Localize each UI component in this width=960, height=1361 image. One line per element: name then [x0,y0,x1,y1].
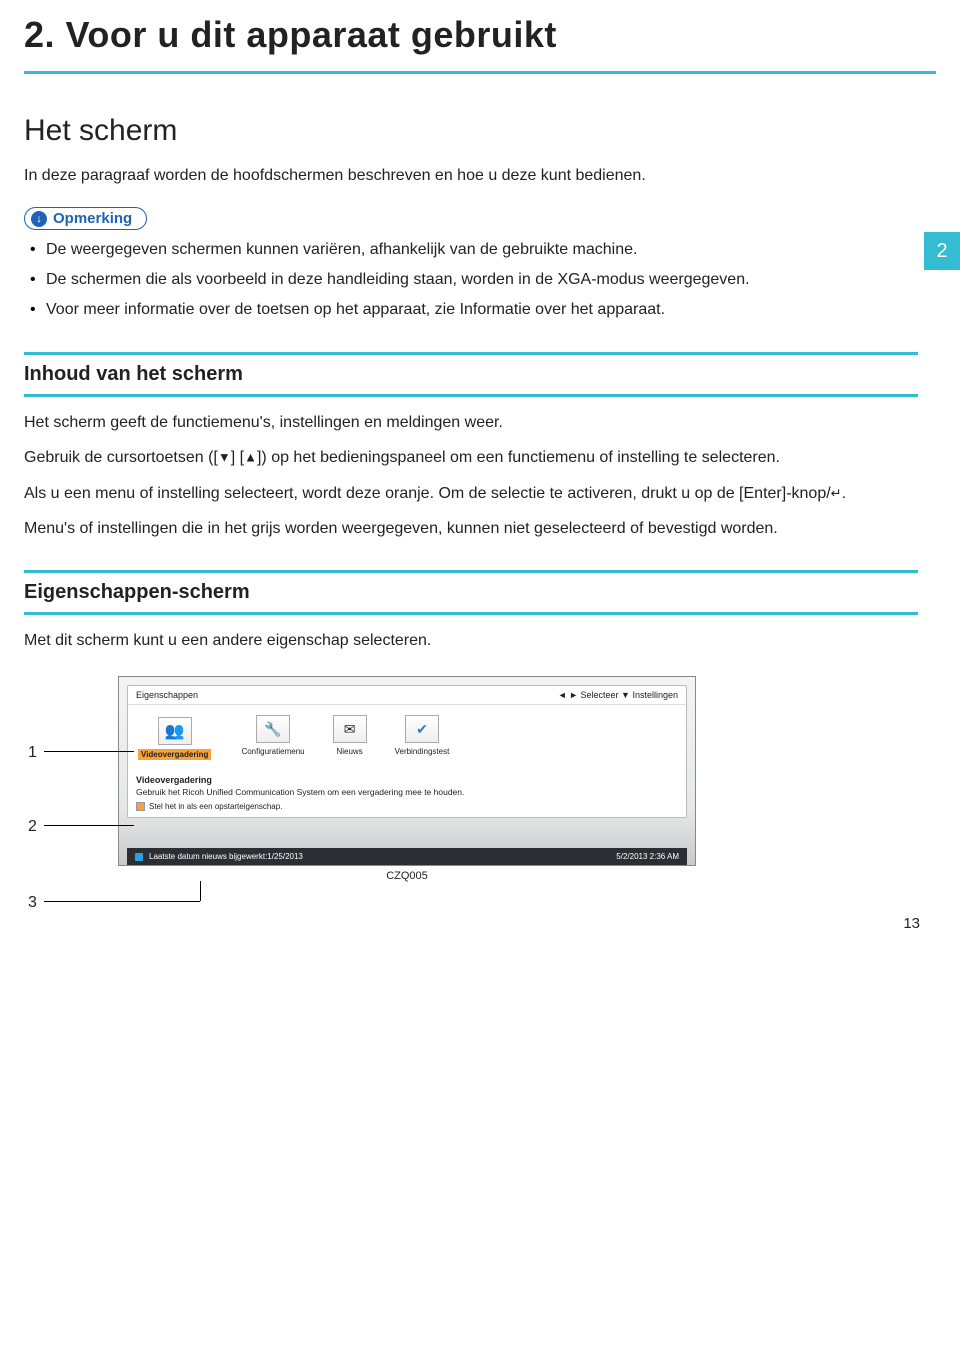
status-right: 5/2/2013 2:36 AM [616,852,679,861]
enter-icon: ↵ [831,485,842,500]
intro-paragraph: In deze paragraaf worden de hoofdscherme… [24,164,918,187]
subheading-block: Inhoud van het scherm [24,352,918,397]
body-paragraph: Het scherm geeft de functiemenu's, inste… [24,411,918,434]
list-item: De schermen die als voorbeeld in deze ha… [46,268,918,292]
figure-caption: CZQ005 [118,870,696,882]
mock-header-title: Eigenschappen [136,690,198,700]
mock-screen: Eigenschappen ◄ ► Selecteer ▼ Instelling… [118,676,696,866]
network-icon [135,853,143,861]
list-item: Voor meer informatie over de toetsen op … [46,298,918,322]
list-item: De weergegeven schermen kunnen variëren,… [46,238,918,262]
page-number: 13 [903,915,920,932]
mock-description: Videovergadering Gebruik het Ricoh Unifi… [128,770,686,800]
note-label: Opmerking [53,210,132,227]
mock-icon-configuratiemenu: 🔧 Configuratiemenu [241,715,304,762]
wrench-icon: 🔧 [264,721,281,738]
mock-status-bar: Laatste datum nieuws bijgewerkt:1/25/201… [127,848,687,865]
arrow-down-icon: ↓ [31,211,47,227]
note-list: De weergegeven schermen kunnen variëren,… [24,238,918,322]
check-icon: ✔ [416,721,428,738]
subheading-block: Eigenschappen-scherm [24,570,918,615]
subheading-inhoud: Inhoud van het scherm [24,355,918,394]
callout-2: 2 [28,818,37,836]
screenshot-figure: 1 2 3 Eigenschappen ◄ ► Selecteer ▼ Inst… [58,676,718,882]
mock-icon-videovergadering: 👥 Videovergadering [136,715,213,762]
mock-icon-verbindingstest: ✔ Verbindingstest [395,715,450,762]
subheading-eigenschappen: Eigenschappen-scherm [24,573,918,612]
body-paragraph: Als u een menu of instelling selecteert,… [24,482,918,505]
body-paragraph: Menu's of instellingen die in het grijs … [24,517,918,540]
status-left: Laatste datum nieuws bijgewerkt:1/25/201… [149,852,303,861]
mock-header-hint: ◄ ► Selecteer ▼ Instellingen [558,690,678,700]
people-icon: 👥 [165,721,185,741]
body-paragraph: Met dit scherm kunt u een andere eigensc… [24,629,918,652]
chapter-title: 2. Voor u dit apparaat gebruikt [0,0,960,62]
chapter-tab: 2 [924,232,960,270]
body-paragraph: Gebruik de cursortoetsen ([▼] [▲]) op he… [24,446,918,469]
cursor-up-icon: ▲ [244,450,257,465]
cursor-down-icon: ▼ [218,450,231,465]
section-heading-het-scherm: Het scherm [24,114,918,148]
callout-3: 3 [28,894,37,912]
mock-icon-nieuws: ✉ Nieuws [333,715,367,762]
note-badge: ↓ Opmerking [24,207,147,230]
callout-1: 1 [28,744,37,762]
envelope-icon: ✉ [344,721,356,738]
checkbox-icon [136,802,145,811]
title-rule [24,62,936,74]
mock-checkbox-row: Stel het in als een opstarteigenschap. [128,800,686,817]
